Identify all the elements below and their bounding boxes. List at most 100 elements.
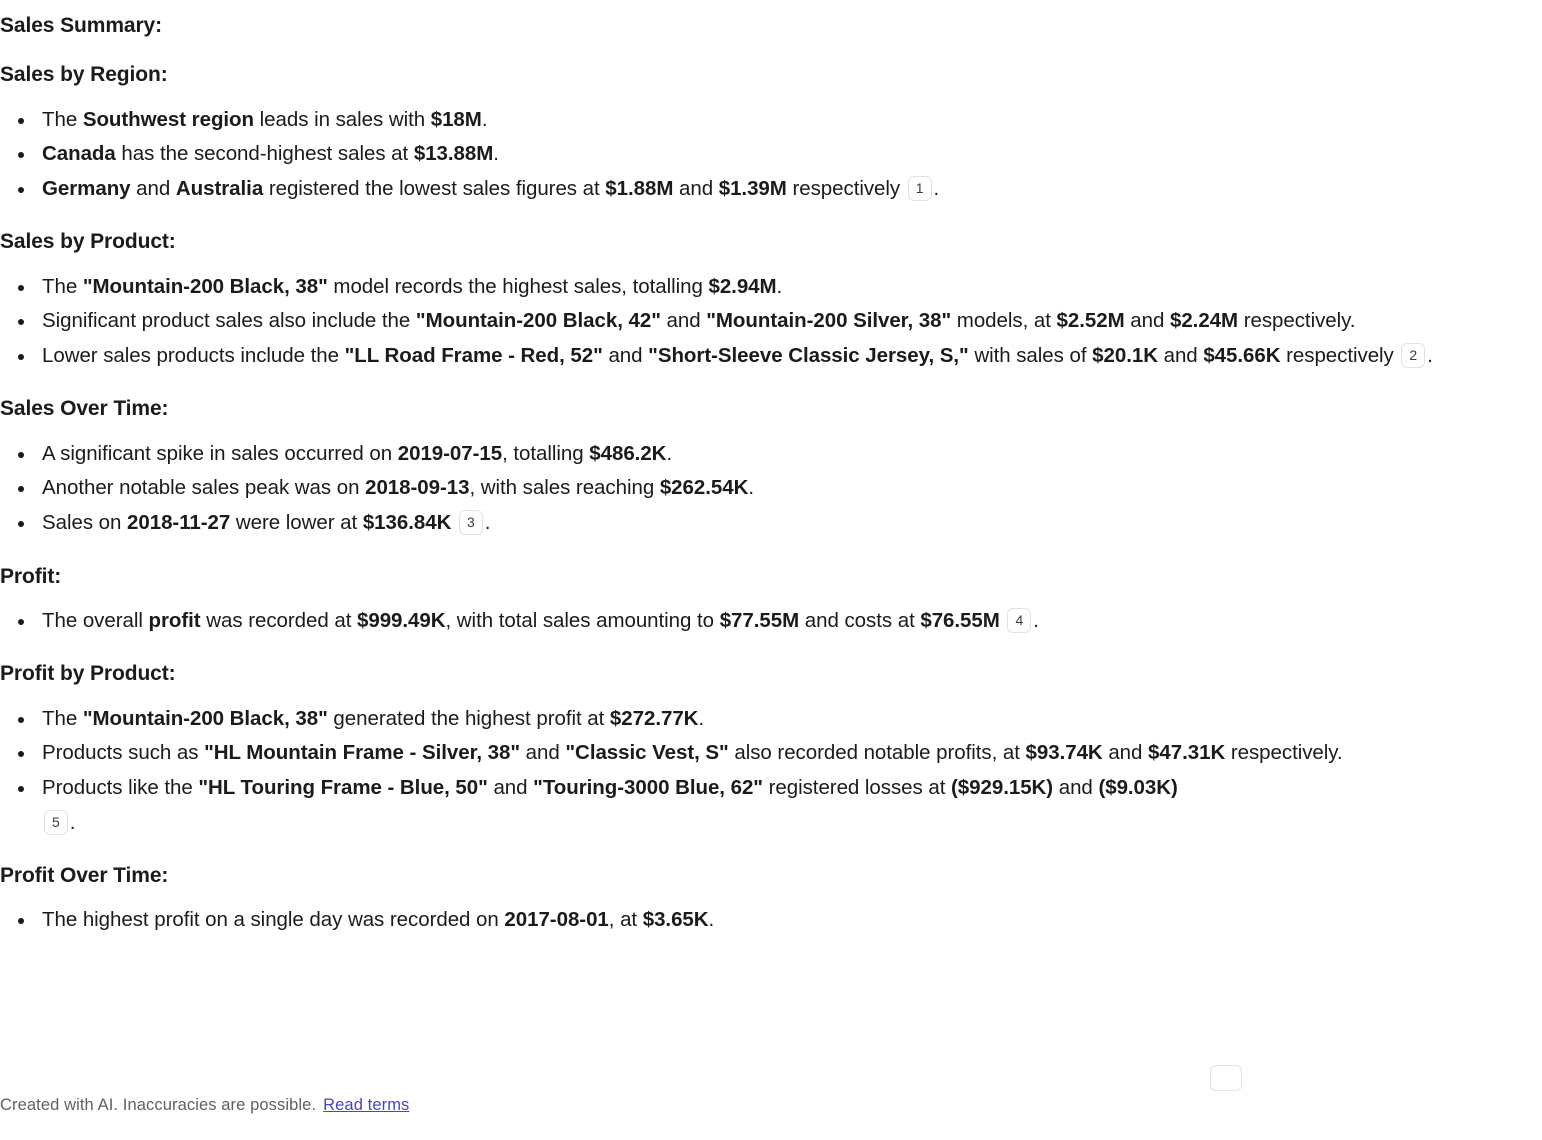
citation-badge[interactable]: 2	[1401, 342, 1426, 368]
emphasis-text: $18M	[430, 107, 482, 131]
body-text: respectively.	[1225, 741, 1343, 765]
citation-badge[interactable]: 5	[44, 809, 68, 835]
list-item: Canada has the second-highest sales at $…	[0, 137, 1542, 172]
emphasis-text: profit	[148, 608, 201, 632]
body-text: .	[698, 706, 705, 730]
body-text: and	[673, 176, 719, 200]
heading-gap	[0, 89, 1542, 103]
body-text: .	[1033, 608, 1039, 632]
read-terms-link[interactable]: Read terms	[323, 1096, 409, 1114]
emphasis-text: $45.66K	[1203, 343, 1281, 367]
emphasis-text: 2017-08-01	[504, 908, 609, 932]
emphasis-text: $2.94M	[708, 274, 777, 298]
citation-badge[interactable]: 4	[1007, 607, 1032, 633]
body-text: respectively	[786, 176, 906, 200]
emphasis-text: 2018-09-13	[365, 476, 470, 500]
heading-gap	[0, 688, 1542, 702]
body-text: leads in sales with	[254, 107, 431, 131]
body-text: and	[130, 176, 176, 200]
body-text: A significant spike in sales occurred on	[42, 441, 398, 465]
body-text: model records the highest sales, totalli…	[327, 274, 709, 298]
emphasis-text: 2019-07-15	[397, 441, 503, 465]
body-text: was recorded at	[200, 608, 357, 632]
emphasis-text: "LL Road Frame - Red, 52"	[344, 343, 603, 367]
emphasis-text: $136.84K	[362, 510, 452, 534]
emphasis-text: "Mountain-200 Black, 38"	[82, 706, 328, 730]
emphasis-text: 2018-11-27	[127, 510, 231, 534]
body-text: .	[1427, 343, 1433, 367]
body-text: and	[660, 309, 707, 333]
section-heading: Sales Over Time:	[0, 397, 169, 421]
body-text: and	[602, 343, 649, 367]
bullet-list: The "Mountain-200 Black, 38" model recor…	[0, 270, 1542, 374]
bullet-list: The overall profit was recorded at $999.…	[0, 604, 1542, 639]
body-text: registered losses at	[762, 775, 952, 799]
emphasis-text: $262.54K	[659, 476, 749, 500]
emphasis-text: $1.39M	[718, 176, 787, 200]
emphasis-text: ($9.03K)	[1098, 775, 1178, 799]
body-text	[451, 511, 457, 534]
body-text: Another notable sales peak was on	[42, 476, 366, 500]
heading-gap	[0, 590, 1542, 604]
body-text: .	[493, 142, 499, 166]
body-text: , with sales reaching	[469, 476, 660, 500]
body-text: and	[487, 775, 534, 799]
body-text: were lower at	[230, 510, 363, 534]
body-text: .	[776, 274, 783, 298]
list-item: Products such as "HL Mountain Frame - Si…	[0, 736, 1542, 771]
body-text: Products like the	[42, 775, 199, 799]
list-item: The "Mountain-200 Black, 38" generated t…	[0, 702, 1542, 737]
body-text: and	[1157, 343, 1204, 367]
body-text: , with total sales amounting to	[445, 608, 720, 632]
citation-badge[interactable]: 1	[907, 175, 932, 201]
body-text: The overall	[42, 608, 149, 632]
heading-gap	[0, 889, 1542, 903]
summary-page: Sales Summary: Sales by Region: The South…	[0, 0, 1542, 1075]
body-text: .	[708, 908, 715, 932]
emphasis-text: "HL Mountain Frame - Silver, 38"	[204, 741, 521, 765]
list-item: Germany and Australia registered the low…	[0, 172, 1542, 207]
emphasis-text: $2.52M	[1056, 309, 1125, 333]
emphasis-text: $76.55M	[920, 608, 1000, 632]
body-text: registered the lowest sales figures at	[263, 176, 606, 200]
body-text: Sales on	[42, 510, 128, 534]
body-text: with sales of	[968, 343, 1093, 367]
body-text: Lower sales products include the	[42, 343, 345, 367]
body-text: and	[1124, 309, 1170, 333]
summary-content: Sales Summary: Sales by Region: The South…	[0, 0, 1542, 938]
body-text: The highest profit on a single day was r…	[42, 908, 505, 932]
emphasis-text: $272.77K	[609, 706, 699, 730]
body-text: generated the highest profit at	[327, 706, 610, 730]
list-item: Lower sales products include the "LL Roa…	[0, 339, 1542, 374]
footer-disclaimer: Created with AI. Inaccuracies are possib…	[0, 1094, 1542, 1116]
body-text: .	[69, 810, 76, 834]
body-text: The	[42, 274, 83, 298]
emphasis-text: Australia	[175, 176, 264, 200]
emphasis-text: ($929.15K)	[951, 775, 1054, 799]
list-item: Another notable sales peak was on 2018-0…	[0, 471, 1542, 506]
body-text: .	[748, 476, 754, 500]
emphasis-text: $3.65K	[642, 908, 709, 932]
list-item: Sales on 2018-11-27 were lower at $136.8…	[0, 506, 1542, 541]
citation-badge[interactable]: 3	[459, 509, 483, 535]
section-heading: Sales by Product:	[0, 230, 176, 254]
emphasis-text: $1.88M	[605, 176, 674, 200]
bullet-list: The Southwest region leads in sales with…	[0, 103, 1542, 207]
emphasis-text: "Mountain-200 Silver, 38"	[706, 309, 952, 333]
section-heading: Sales by Region:	[0, 63, 168, 87]
body-text: and	[1102, 741, 1149, 765]
body-text: has the second-highest sales at	[115, 142, 414, 166]
section-heading: Profit:	[0, 564, 62, 588]
emphasis-text: Germany	[42, 176, 131, 200]
list-item: The overall profit was recorded at $999.…	[0, 604, 1542, 639]
body-text: also recorded notable profits, at	[728, 741, 1026, 765]
sections-container: Sales by Region: The Southwest region lea…	[0, 39, 1542, 938]
list-item: The Southwest region leads in sales with…	[0, 103, 1542, 138]
heading-gap	[0, 423, 1542, 437]
section-heading: Profit Over Time:	[0, 864, 169, 888]
emphasis-text: $47.31K	[1148, 741, 1226, 765]
citation-badge-cut-off[interactable]	[1210, 1065, 1242, 1091]
